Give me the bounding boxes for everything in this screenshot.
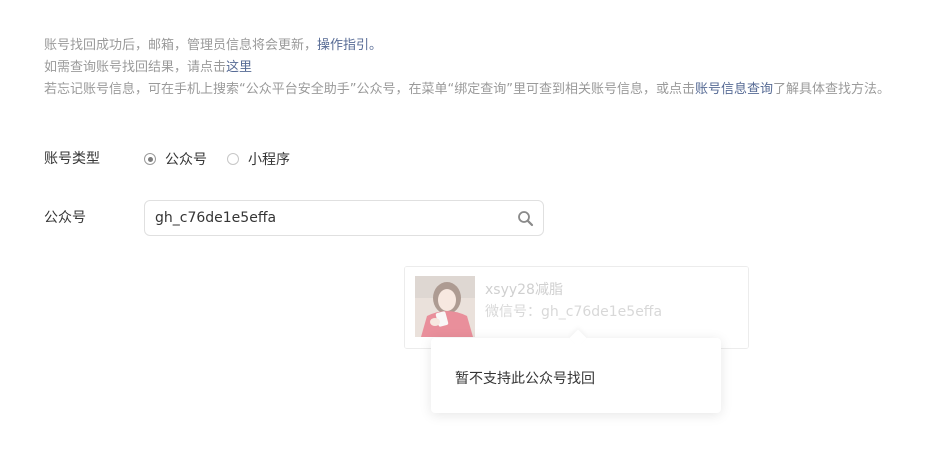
notice-text: 账号找回成功后，邮箱，管理员信息将会更新，操作指引。 如需查询账号找回结果，请点… (44, 35, 940, 101)
unsupported-tooltip: 暂不支持此公众号找回 (431, 338, 721, 413)
radio-unchecked-icon[interactable] (227, 153, 239, 165)
notice-line-1: 账号找回成功后，邮箱，管理员信息将会更新，操作指引。 (44, 35, 940, 57)
radio-official-account[interactable]: 公众号 (144, 149, 207, 169)
official-account-label: 公众号 (44, 210, 86, 226)
account-type-radio-group: 公众号 小程序 (144, 148, 310, 170)
account-info-query-link[interactable]: 账号信息查询 (695, 82, 773, 97)
notice-line-2-text: 如需查询账号找回结果，请点击 (44, 60, 227, 75)
notice-line-3: 若忘记账号信息，可在手机上搜索“公众平台安全助手”公众号，在菜单“绑定查询”里可… (44, 79, 940, 101)
tooltip-message: 暂不支持此公众号找回 (455, 371, 595, 387)
notice-line-3-text: 若忘记账号信息，可在手机上搜索“公众平台安全助手”公众号，在菜单“绑定查询”里可… (44, 82, 695, 97)
notice-line-1-text: 账号找回成功后，邮箱，管理员信息将会更新， (44, 38, 318, 53)
radio-official-account-label: 公众号 (165, 152, 207, 168)
radio-checked-icon[interactable] (144, 153, 156, 165)
account-search-box (144, 200, 544, 236)
account-search-input[interactable] (155, 201, 505, 235)
notice-line-3-suffix: 了解具体查找方法。 (772, 82, 890, 97)
account-type-label: 账号类型 (44, 151, 100, 167)
notice-line-2: 如需查询账号找回结果，请点击这里 (44, 57, 940, 79)
operation-guide-link[interactable]: 操作指引。 (317, 38, 382, 53)
search-icon[interactable] (517, 210, 534, 227)
radio-mini-program-label: 小程序 (248, 152, 290, 168)
here-link[interactable]: 这里 (226, 60, 252, 75)
radio-mini-program[interactable]: 小程序 (227, 149, 290, 169)
